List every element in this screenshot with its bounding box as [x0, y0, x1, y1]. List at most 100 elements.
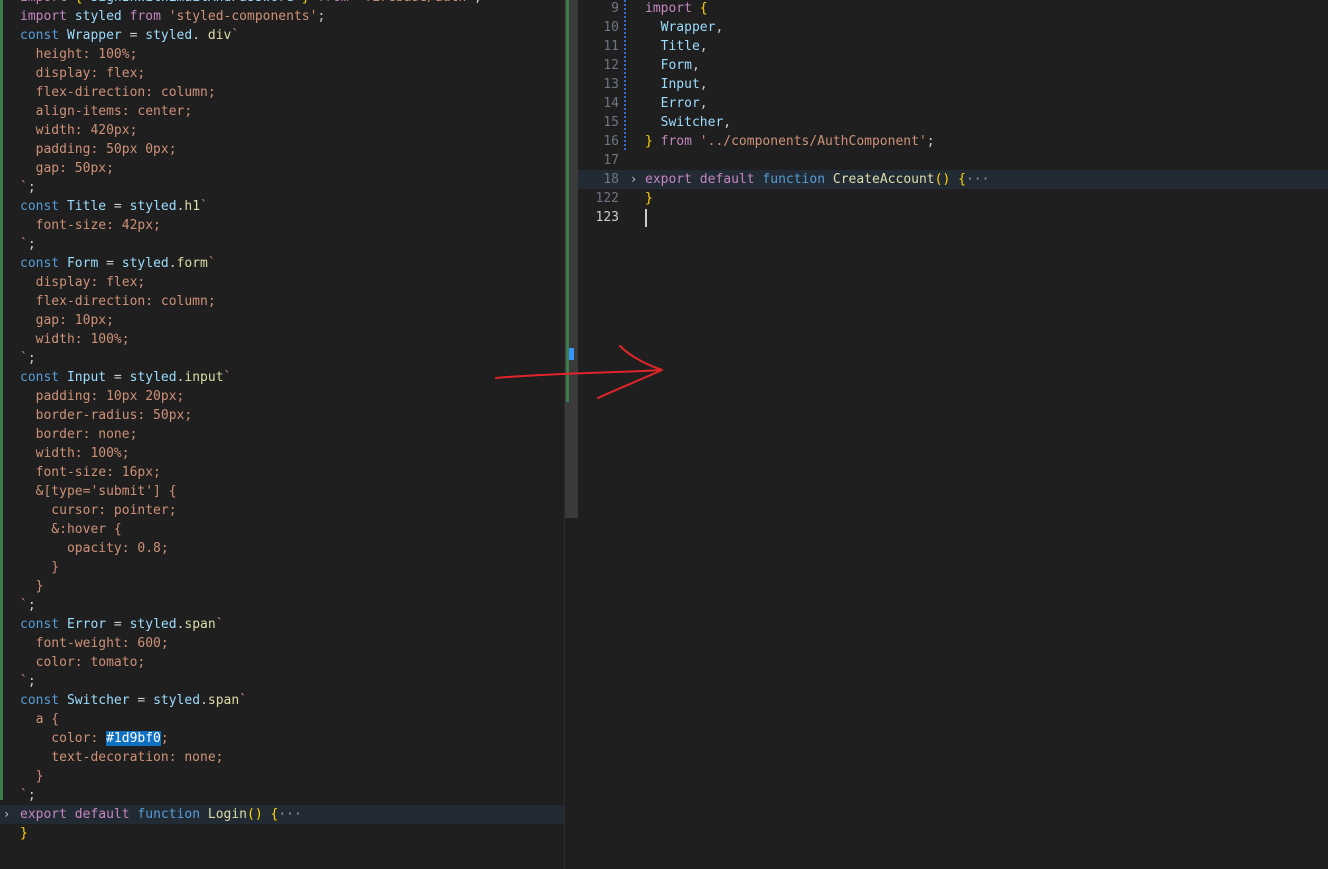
code-line[interactable]: display: flex; [0, 64, 564, 83]
code-line[interactable]: a { [0, 710, 564, 729]
code-line[interactable]: height: 100%; [0, 45, 564, 64]
code-line[interactable]: color: #1d9bf0; [0, 729, 564, 748]
code-line[interactable]: `; [0, 349, 564, 368]
code-token: , [723, 115, 732, 130]
code-line[interactable]: const Title = styled.h1` [0, 197, 564, 216]
code-token: gap: 50px; [20, 161, 114, 176]
code-line[interactable]: 11 Title, [578, 37, 1328, 56]
code-text: flex-direction: column; [20, 292, 216, 311]
code-text: Error, [645, 94, 708, 113]
code-line[interactable]: `; [0, 596, 564, 615]
code-token: { [699, 1, 708, 16]
code-token: } [645, 134, 661, 149]
code-text: `; [20, 672, 36, 691]
code-line[interactable]: const Error = styled.span` [0, 615, 564, 634]
code-line[interactable]: const Input = styled.input` [0, 368, 564, 387]
code-line[interactable]: border: none; [0, 425, 564, 444]
left-editor-scrollbar[interactable] [564, 0, 579, 869]
code-line[interactable]: padding: 10px 20px; [0, 387, 564, 406]
fold-chevron-icon[interactable]: › [630, 170, 637, 189]
code-line[interactable]: width: 100%; [0, 330, 564, 349]
line-number: 16 [603, 134, 619, 149]
right-editor-pane[interactable]: 9 import {10 Wrapper, 11 Title, 12 Form, 13 … [578, 0, 1328, 869]
code-token: Wrapper [66, 28, 122, 43]
code-line[interactable]: import { signInWithEmailAndPassword } fr… [0, 0, 564, 7]
code-text: } [20, 767, 44, 786]
code-line[interactable]: const Switcher = styled.span` [0, 691, 564, 710]
code-line[interactable]: } [0, 558, 564, 577]
code-line[interactable]: } [0, 824, 564, 843]
code-line[interactable]: 15 Switcher, [578, 113, 1328, 132]
code-line[interactable]: 18 › export default function CreateAccount… [578, 170, 1328, 189]
code-token: ` [200, 199, 208, 214]
code-token: styled [145, 28, 193, 43]
code-line[interactable]: flex-direction: column; [0, 83, 564, 102]
code-line[interactable]: 10 Wrapper, [578, 18, 1328, 37]
code-line[interactable]: &[type='submit'] { [0, 482, 564, 501]
code-line[interactable]: color: tomato; [0, 653, 564, 672]
code-line[interactable]: 13 Input, [578, 75, 1328, 94]
code-line[interactable]: gap: 50px; [0, 159, 564, 178]
code-token: ` [207, 256, 216, 271]
code-line[interactable]: const Form = styled.form` [0, 254, 564, 273]
code-line[interactable]: `; [0, 786, 564, 805]
code-line[interactable]: 9 import { [578, 0, 1328, 18]
code-text: import { signInWithEmailAndPassword } fr… [20, 0, 490, 7]
code-text: color: tomato; [20, 653, 146, 672]
code-text: height: 100%; [20, 45, 138, 64]
code-token: Error [66, 617, 107, 632]
code-token: Input [645, 77, 700, 92]
code-text: border: none; [20, 425, 138, 444]
code-token: } [20, 579, 44, 594]
code-line[interactable]: › export default function Login() {··· [0, 805, 564, 824]
code-text: export default function CreateAccount() … [645, 170, 989, 189]
left-editor-pane[interactable]: import { signInWithEmailAndPassword } fr… [0, 0, 564, 869]
code-token: styled [74, 9, 130, 24]
code-line[interactable]: } [0, 767, 564, 786]
code-line[interactable]: flex-direction: column; [0, 292, 564, 311]
code-line[interactable]: } [0, 577, 564, 596]
code-line[interactable]: width: 100%; [0, 444, 564, 463]
code-token: flex-direction: column; [20, 85, 216, 100]
code-line[interactable]: padding: 50px 0px; [0, 140, 564, 159]
code-line[interactable]: cursor: pointer; [0, 501, 564, 520]
code-token: ··· [278, 807, 302, 822]
code-token: styled [129, 617, 177, 632]
code-line[interactable]: const Wrapper = styled. div` [0, 26, 564, 45]
code-line[interactable]: border-radius: 50px; [0, 406, 564, 425]
code-line[interactable]: `; [0, 672, 564, 691]
text-cursor [645, 209, 647, 227]
code-line[interactable]: 122} [578, 189, 1328, 208]
code-token: styled [129, 370, 177, 385]
code-token: ` [231, 28, 240, 43]
code-token: . [200, 693, 208, 708]
code-line[interactable]: &:hover { [0, 520, 564, 539]
code-line[interactable]: 12 Form, [578, 56, 1328, 75]
code-line[interactable]: font-size: 42px; [0, 216, 564, 235]
code-line[interactable]: import styled from 'styled-components'; [0, 7, 564, 26]
code-line[interactable]: display: flex; [0, 273, 564, 292]
code-line[interactable]: align-items: center; [0, 102, 564, 121]
code-token: ` [20, 598, 28, 613]
code-line[interactable]: 14 Error, [578, 94, 1328, 113]
code-token: export [645, 172, 700, 187]
code-token: &[type='submit'] { [20, 484, 177, 499]
code-line[interactable]: text-decoration: none; [0, 748, 564, 767]
line-number: 123 [595, 210, 619, 225]
code-line[interactable]: gap: 10px; [0, 311, 564, 330]
code-line[interactable]: `; [0, 178, 564, 197]
code-line[interactable]: width: 420px; [0, 121, 564, 140]
code-line[interactable]: font-weight: 600; [0, 634, 564, 653]
code-token: export [20, 807, 75, 822]
fold-chevron-icon[interactable]: › [3, 805, 10, 824]
code-text: &:hover { [20, 520, 121, 539]
code-line[interactable]: font-size: 16px; [0, 463, 564, 482]
code-token: color: [20, 731, 107, 746]
code-line[interactable]: 123 [578, 208, 1328, 227]
code-token: CreateAccount [832, 172, 935, 187]
code-line[interactable]: 17 [578, 151, 1328, 170]
code-line[interactable]: `; [0, 235, 564, 254]
code-token: function [137, 807, 208, 822]
code-line[interactable]: 16} from '../components/AuthComponent'; [578, 132, 1328, 151]
code-line[interactable]: opacity: 0.8; [0, 539, 564, 558]
